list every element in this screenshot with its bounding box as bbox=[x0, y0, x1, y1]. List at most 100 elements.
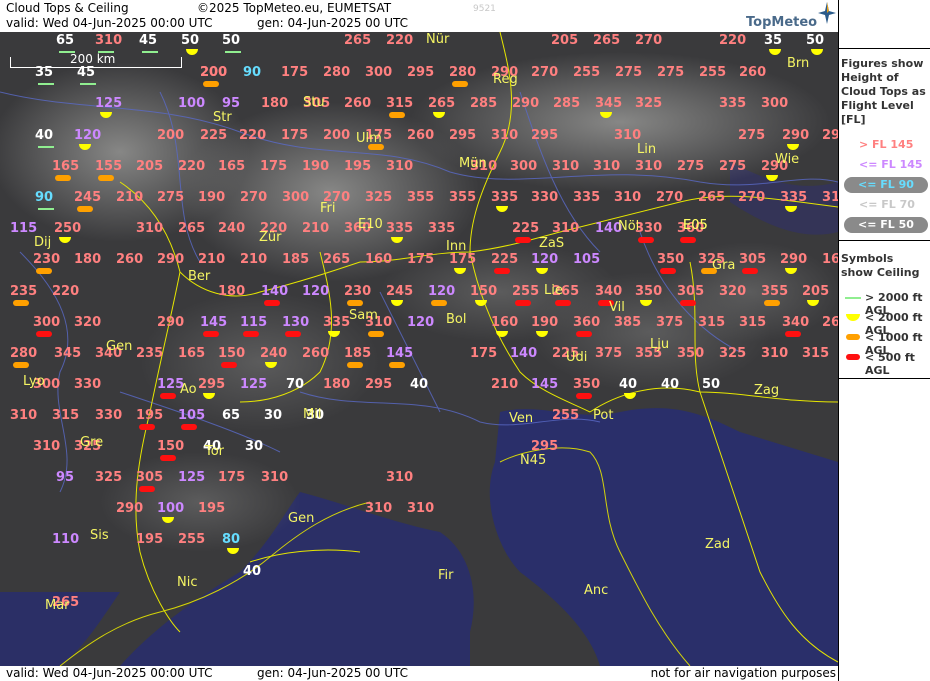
cloud-top-label: 160 bbox=[491, 315, 519, 330]
city-label: Zad bbox=[705, 537, 731, 552]
valid-time: valid: Wed 04-Jun-2025 00:00 UTC bbox=[6, 16, 213, 30]
cloud-top-label: 295 bbox=[531, 439, 559, 454]
cloud-top-label: 190 bbox=[198, 190, 226, 205]
cloud-top-label: 225 bbox=[512, 221, 540, 236]
cloud-top-label: 340 bbox=[782, 315, 810, 330]
generated-time: gen: 04-Jun-2025 00 UTC bbox=[257, 16, 409, 30]
cloud-top-label: 290 bbox=[157, 315, 185, 330]
yellow-ceiling-symbol bbox=[100, 112, 112, 118]
green-ceiling-symbol bbox=[59, 51, 75, 53]
cloud-top-label: 290 bbox=[116, 501, 144, 516]
cloud-top-label: 210 bbox=[491, 377, 519, 392]
cloud-top-label: 200 bbox=[323, 128, 351, 143]
cloud-top-label: 270 bbox=[531, 65, 559, 80]
yellow-ceiling-symbol bbox=[536, 268, 548, 274]
city-label: Gen bbox=[106, 339, 133, 354]
city-label: Pot bbox=[593, 408, 614, 423]
city-label: Gra bbox=[712, 258, 736, 273]
yellow-ceiling-symbol bbox=[496, 331, 508, 337]
cloud-top-label: 210 bbox=[302, 221, 330, 236]
cloud-top-label: 275 bbox=[719, 159, 747, 174]
ceiling-legend-item: < 1000 ft AGL bbox=[841, 328, 929, 357]
cloud-top-label: 295 bbox=[407, 65, 435, 80]
yellow-ceiling-symbol bbox=[496, 206, 508, 212]
cloud-top-label: 26 bbox=[822, 315, 838, 330]
city-label: Sis bbox=[90, 528, 109, 543]
yellow-ceiling-symbol bbox=[640, 300, 652, 306]
cloud-top-label: 305 bbox=[136, 470, 164, 485]
green-ceiling-symbol bbox=[80, 83, 96, 85]
red-ceiling-symbol bbox=[264, 300, 280, 306]
cloud-top-label: 320 bbox=[74, 315, 102, 330]
city-label: Ber bbox=[188, 269, 211, 284]
cloud-top-label: 310 bbox=[614, 128, 642, 143]
cloud-top-label: 350 bbox=[677, 346, 705, 361]
cloud-top-label: 295 bbox=[365, 377, 393, 392]
orange-ceiling-symbol bbox=[764, 300, 780, 306]
cloud-top-label: 120 bbox=[531, 252, 559, 267]
cloud-top-label: 255 bbox=[512, 284, 540, 299]
city-label: Ulm bbox=[356, 131, 382, 146]
cloud-top-label: 270 bbox=[240, 190, 268, 205]
cloud-top-label: 310 bbox=[635, 159, 663, 174]
city-label: Mar bbox=[45, 598, 70, 613]
compass-star-icon bbox=[818, 2, 836, 24]
cloud-top-label: 190 bbox=[531, 315, 559, 330]
topmeteo-logo[interactable]: TopMeteo bbox=[744, 2, 838, 32]
cloud-top-label: 295 bbox=[449, 128, 477, 143]
footer-disclaimer: not for air navigation purposes bbox=[650, 666, 836, 680]
cloud-top-label: 310 bbox=[552, 221, 580, 236]
cloud-top-label: 260 bbox=[739, 65, 767, 80]
cloud-top-label: 235 bbox=[136, 346, 164, 361]
cloud-top-label: 280 bbox=[449, 65, 477, 80]
red-ceiling-symbol bbox=[243, 331, 259, 337]
cloud-top-label: 35 bbox=[35, 65, 54, 80]
yellow-ceiling-symbol bbox=[475, 300, 487, 306]
yellow-ceiling-symbol bbox=[433, 112, 445, 118]
cloud-tops-map[interactable]: 200 km 65 310 45 50 50 265 220 205 265 270 220 35 50… bbox=[0, 32, 838, 666]
cloud-top-label: 50 bbox=[222, 33, 241, 48]
cloud-top-label: 100 bbox=[178, 96, 206, 111]
yellow-ceiling-symbol bbox=[59, 237, 71, 243]
cloud-top-label: 275 bbox=[677, 159, 705, 174]
yellow-ceiling-symbol bbox=[162, 517, 174, 523]
map-footer: valid: Wed 04-Jun-2025 00:00 UTC gen: 04… bbox=[0, 666, 838, 681]
yellow-ceiling-symbol bbox=[328, 331, 340, 337]
cloud-top-label: 310 bbox=[386, 470, 414, 485]
city-label: Sam bbox=[349, 308, 378, 323]
cloud-top-label: 260 bbox=[407, 128, 435, 143]
orange-ceiling-symbol bbox=[452, 81, 468, 87]
yellow-ceiling-symbol bbox=[227, 548, 239, 554]
cloud-top-label: 335 bbox=[573, 190, 601, 205]
red-ceiling-symbol bbox=[660, 268, 676, 274]
city-label: Lin bbox=[637, 142, 657, 157]
city-label: Tor bbox=[205, 444, 225, 459]
city-label: Mün bbox=[459, 156, 487, 171]
cloud-top-label: 40 bbox=[243, 564, 262, 579]
cloud-top-label: 120 bbox=[407, 315, 435, 330]
cloud-top-label: 230 bbox=[344, 284, 372, 299]
cloud-top-label: 105 bbox=[573, 252, 601, 267]
city-label: Dij bbox=[34, 235, 52, 250]
cloud-top-label: 175 bbox=[449, 252, 477, 267]
yellow-ceiling-symbol bbox=[766, 175, 778, 181]
cloud-top-label: 35 bbox=[764, 33, 783, 48]
cloud-top-label: 225 bbox=[491, 252, 519, 267]
cloud-top-label: 310 bbox=[761, 346, 789, 361]
yellow-ceiling-symbol bbox=[785, 206, 797, 212]
cloud-top-label: 255 bbox=[699, 65, 727, 80]
legend-divider bbox=[839, 378, 930, 379]
cloud-top-label: 160 bbox=[365, 252, 393, 267]
cloud-top-label: 265 bbox=[178, 221, 206, 236]
cloud-top-label: 245 bbox=[386, 284, 414, 299]
yellow-ceiling-symbol bbox=[265, 362, 277, 368]
cloud-top-label: 290 bbox=[512, 96, 540, 111]
cloud-top-label: 340 bbox=[595, 284, 623, 299]
cloud-top-label: 310 bbox=[261, 470, 289, 485]
red-ceiling-symbol bbox=[160, 455, 176, 461]
red-ceiling-symbol bbox=[576, 393, 592, 399]
ceiling-legend-item: > 2000 ft AGL bbox=[841, 288, 929, 317]
cloud-top-label: 120 bbox=[428, 284, 456, 299]
cloud-top-label: 310 bbox=[10, 408, 38, 423]
cloud-top-label: 290 bbox=[782, 128, 810, 143]
